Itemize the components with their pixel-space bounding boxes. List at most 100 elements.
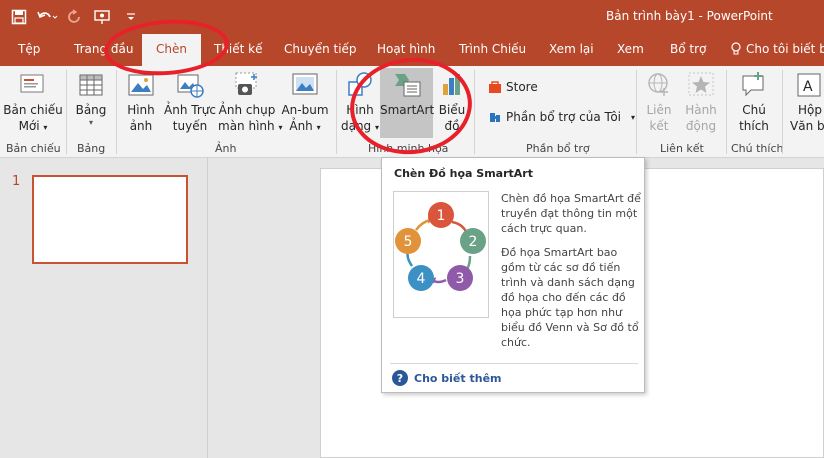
save-icon[interactable] [8, 6, 30, 28]
action-button[interactable]: Hành động [680, 70, 722, 134]
tab-slideshow[interactable]: Trình Chiếu [459, 42, 526, 56]
diagram-node-4: 4 [408, 265, 434, 291]
link-label: Liên [646, 103, 672, 117]
shapes-icon [348, 72, 372, 96]
window-title: Bản trình bày1 - PowerPoint [606, 9, 773, 23]
group-separator [336, 70, 337, 154]
tab-view[interactable]: Xem [617, 42, 644, 56]
store-button[interactable]: Store [488, 80, 538, 94]
smartart-button[interactable]: SmartArt [380, 68, 434, 138]
tell-me-label: Cho tôi biết bạn [746, 42, 824, 56]
group-label-addins: Phần bổ trợ [526, 142, 590, 155]
shapes-button[interactable]: Hình dạng ▾ [340, 70, 380, 136]
online-picture-icon [177, 74, 204, 98]
table-icon [79, 74, 103, 96]
chevron-down-icon: ▾ [88, 118, 93, 127]
store-label: Store [506, 80, 538, 94]
screenshot-label-2: màn hình ▾ [218, 119, 283, 133]
tell-me-box[interactable]: Cho tôi biết bạn [730, 42, 824, 56]
new-slide-button[interactable]: Bản chiếu Mới ▾ [2, 70, 64, 136]
pictures-label: Hình [127, 103, 155, 117]
redo-icon[interactable] [64, 6, 86, 28]
comment-icon [742, 72, 764, 97]
group-label-links: Liên kết [660, 142, 704, 155]
comment-label-2: thích [739, 119, 769, 133]
screenshot-label: Ảnh chụp [218, 103, 276, 117]
smartart-tooltip: Chèn Đồ họa SmartArt 1 2 3 4 5 Chèn đồ h… [381, 157, 645, 393]
chart-button[interactable]: Biểu đồ [435, 70, 469, 134]
textbox-label: Hộp [798, 103, 822, 117]
tab-design[interactable]: Thiết kế [214, 42, 263, 56]
link-button[interactable]: Liên kết [640, 70, 678, 134]
tell-me-more-label: Cho biết thêm [414, 371, 502, 385]
pictures-label-2: ảnh [129, 119, 153, 133]
slide-thumbnail[interactable] [32, 175, 188, 264]
screenshot-button[interactable]: Ảnh chụp màn hình ▾ [218, 70, 283, 136]
chevron-down-icon: ▾ [631, 112, 636, 122]
tooltip-paragraph-1: Chèn đồ họa SmartArt để truyền đạt thông… [501, 192, 641, 235]
online-pictures-label: Ảnh Trực [164, 103, 216, 117]
cycle-diagram-graphic: 1 2 3 4 5 [395, 202, 486, 291]
diagram-node-2: 2 [460, 228, 486, 254]
group-label-slides: Bản chiếu [6, 142, 61, 155]
group-separator [474, 70, 475, 154]
slide-number: 1 [12, 174, 21, 189]
online-pictures-label-2: tuyến [172, 119, 208, 133]
chart-icon [443, 74, 460, 95]
action-star-icon [688, 72, 714, 96]
my-addins-icon [490, 113, 500, 122]
diagram-node-3: 3 [447, 265, 473, 291]
group-separator [66, 70, 67, 154]
customize-qat-icon[interactable] [120, 6, 142, 28]
group-separator [782, 70, 783, 154]
start-slideshow-icon[interactable] [92, 6, 114, 28]
textbox-icon: A [797, 73, 821, 97]
chart-label-2: đồ [444, 119, 460, 133]
diagram-node-1: 1 [428, 202, 454, 228]
title-bar: Bản trình bày1 - PowerPoint [0, 0, 824, 34]
svg-text:3: 3 [456, 271, 465, 287]
svg-text:4: 4 [417, 271, 426, 287]
picture-icon [128, 74, 154, 96]
photo-album-button[interactable]: An-bum Ảnh ▾ [278, 70, 332, 136]
photo-album-label-2: Ảnh ▾ [289, 119, 321, 133]
pictures-button[interactable]: Hình ảnh [120, 70, 162, 134]
group-label-images: Ảnh [215, 142, 237, 155]
tab-insert[interactable]: Chèn [142, 34, 201, 66]
comment-button[interactable]: Chú thích [732, 70, 776, 134]
undo-icon[interactable] [36, 6, 58, 28]
shapes-label-2: dạng ▾ [340, 119, 380, 133]
smartart-icon [394, 74, 420, 97]
svg-text:5: 5 [404, 234, 413, 250]
my-addins-button[interactable]: Phần bổ trợ của Tôi ▾ [488, 110, 635, 124]
link-label-2: kết [649, 119, 669, 133]
new-slide-label: Bản chiếu [3, 103, 63, 117]
svg-text:1: 1 [437, 208, 446, 224]
diagram-node-5: 5 [395, 228, 421, 254]
my-addins-label: Phần bổ trợ của Tôi [506, 110, 621, 124]
quick-access-toolbar [8, 6, 142, 28]
group-separator [116, 70, 117, 154]
group-label-illustrations: Hình minh họa [368, 142, 449, 155]
comment-label: Chú [742, 103, 766, 117]
tab-animations[interactable]: Hoạt hình [377, 42, 435, 56]
ribbon-insert: Bản chiếu Mới ▾ Bản chiếu Bảng ▾ Bảng Hì… [0, 66, 824, 158]
group-separator [726, 70, 727, 154]
tab-transitions[interactable]: Chuyển tiếp [284, 42, 357, 56]
chart-label: Biểu [438, 103, 466, 117]
online-pictures-button[interactable]: Ảnh Trực tuyến [162, 70, 218, 134]
tab-home[interactable]: Trang đầu [74, 42, 133, 56]
tab-addins[interactable]: Bổ trợ [670, 42, 706, 56]
tab-file[interactable]: Tệp [18, 42, 40, 56]
link-globe-icon [648, 73, 668, 96]
screenshot-icon [235, 72, 257, 95]
help-icon: ? [392, 370, 408, 386]
group-separator [636, 70, 637, 154]
ribbon-tabs: Tệp Trang đầu Chèn Thiết kế Chuyển tiếp … [0, 34, 824, 66]
group-label-tables: Bảng [77, 142, 106, 155]
textbox-button[interactable]: A Hộp Văn bả [786, 70, 824, 134]
tab-review[interactable]: Xem lại [549, 42, 594, 56]
table-button[interactable]: Bảng ▾ [70, 70, 112, 128]
tell-me-more-link[interactable]: ? Cho biết thêm [392, 370, 502, 386]
shapes-label: Hình [346, 103, 374, 117]
